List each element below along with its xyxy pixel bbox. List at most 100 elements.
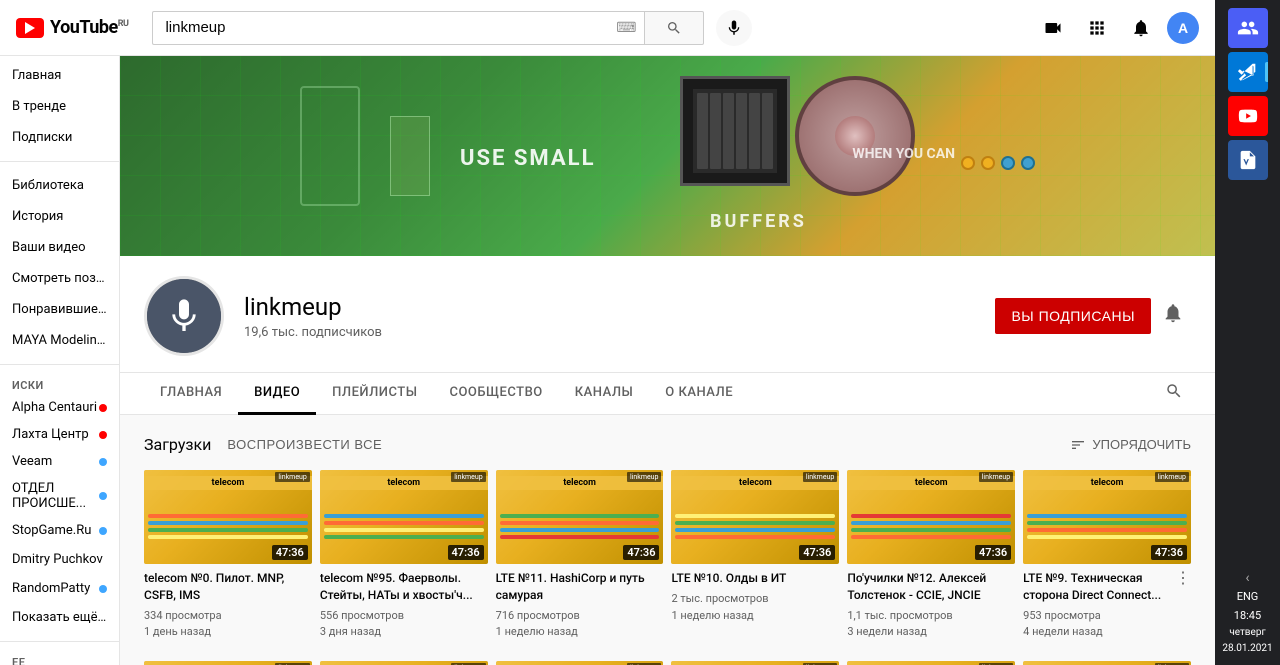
taskbar-app4[interactable] (1228, 140, 1268, 180)
video-thumbnail[interactable]: telecomlinkmeup47:36 (1023, 661, 1191, 665)
video-card[interactable]: telecomlinkmeup47:36telecom №93. Сети ги… (671, 661, 839, 665)
sidebar-item-library[interactable]: Библиотека (0, 170, 119, 201)
video-meta: 2 тыс. просмотров1 неделю назад (671, 591, 839, 624)
video-info: telecom №0. Пилот. MNP, CSFB, IMS334 про… (144, 564, 312, 641)
video-thumbnail[interactable]: telecomlinkmeup47:36 (496, 470, 664, 564)
search-icon (666, 20, 682, 36)
tab-search-button[interactable] (1157, 374, 1191, 413)
sidebar-item-otdel[interactable]: ОТДЕЛ ПРОИСШЕ... (0, 475, 119, 517)
search-bar: ⌨ (152, 10, 752, 46)
search-input[interactable] (153, 19, 608, 36)
sidebar-item-maya[interactable]: MAYA Modeling Trial (0, 325, 119, 356)
mic-icon-avatar (164, 296, 204, 336)
logo-text: YouTubeRU (50, 17, 128, 38)
video-thumbnail[interactable]: telecomlinkmeup47:36 (496, 661, 664, 665)
collapse-panel-button[interactable]: ‹ (1245, 570, 1249, 586)
tab-videos[interactable]: ВИДЕО (238, 373, 316, 415)
video-title: По'училки №12. Алексей Толстенок - CCIE,… (847, 570, 1015, 604)
subscribe-button[interactable]: ВЫ ПОДПИСАНЫ (995, 298, 1151, 334)
sidebar-item-trending[interactable]: В тренде (0, 91, 119, 122)
sidebar-item-dmitry[interactable]: Dmitry Puchkov (0, 544, 119, 575)
sidebar-item-history[interactable]: История (0, 201, 119, 232)
video-info: ⋮LTE №9. Техническая сторона Direct Conn… (1023, 564, 1191, 641)
sidebar-item-watch-later[interactable]: Смотреть позже (0, 263, 119, 294)
video-thumbnail[interactable]: telecomlinkmeup47:36 (1023, 470, 1191, 564)
play-all-button[interactable]: ВОСПРОИЗВЕСТИ ВСЕ (227, 437, 382, 452)
new-dot-alpha (99, 404, 107, 412)
word-icon (1237, 149, 1259, 171)
video-menu-button[interactable]: ⋮ (1175, 568, 1191, 588)
topbar: YouTubeRU ⌨ A (0, 0, 1215, 56)
video-camera-icon (1043, 18, 1063, 38)
video-card[interactable]: telecomlinkmeup47:36sysadmins №27. SRE1,… (847, 661, 1015, 665)
sidebar-item-lahta[interactable]: Лахта Центр (0, 421, 119, 448)
mic-icon (725, 19, 743, 37)
bell-button[interactable] (1155, 298, 1191, 334)
video-thumbnail[interactable]: telecomlinkmeup47:36 (144, 470, 312, 564)
video-title: telecom №95. Фаерволы. Стейты, НАТы и хв… (320, 570, 488, 604)
video-card[interactable]: telecomlinkmeup47:36LTE №8. GitLab - пол… (1023, 661, 1191, 665)
video-thumbnail[interactable]: telecomlinkmeup47:36 (847, 470, 1015, 564)
video-thumbnail[interactable]: telecomlinkmeup47:36 (320, 661, 488, 665)
language-indicator: ENG (1237, 590, 1259, 603)
bell-outline-icon (1162, 302, 1184, 324)
bell-icon (1131, 18, 1151, 38)
duration-badge: 47:36 (448, 545, 484, 560)
user-avatar-button[interactable]: A (1167, 12, 1199, 44)
sidebar-item-home[interactable]: Главная (0, 60, 119, 91)
video-card[interactable]: telecomlinkmeup47:36telecom №94. Фаервол… (144, 661, 312, 665)
sidebar-item-alpha[interactable]: Alpha Centauri (0, 394, 119, 421)
video-meta: 1,1 тыс. просмотров3 недели назад (847, 608, 1015, 641)
tab-channels[interactable]: КАНАЛЫ (559, 373, 650, 415)
video-card[interactable]: telecomlinkmeup47:36sysadmins №28. OpenS… (496, 661, 664, 665)
video-title: telecom №0. Пилот. MNP, CSFB, IMS (144, 570, 312, 604)
tab-home[interactable]: ГЛАВНАЯ (144, 373, 238, 415)
video-card[interactable]: telecomlinkmeup47:36LTE №10. Олды в ИТ2 … (671, 470, 839, 641)
video-card[interactable]: telecomlinkmeup47:36 По'училки №12. Алекс… (847, 470, 1015, 641)
sidebar-item-subscriptions[interactable]: Подписки (0, 122, 119, 153)
tab-search-icon (1165, 382, 1183, 400)
video-grid-row1: telecomlinkmeup47:36telecom №0. Пилот. M… (144, 470, 1191, 641)
channel-tabs: ГЛАВНАЯ ВИДЕО ПЛЕЙЛИСТЫ СООБЩЕСТВО КАНАЛ… (120, 373, 1215, 415)
search-button[interactable] (644, 11, 704, 45)
sidebar-item-your-videos[interactable]: Ваши видео (0, 232, 119, 263)
video-thumbnail[interactable]: telecomlinkmeup47:36 (320, 470, 488, 564)
sidebar-item-randompatty[interactable]: RandomPatty (0, 575, 119, 602)
notifications-button[interactable] (1123, 10, 1159, 46)
teams-icon (1237, 17, 1259, 39)
logo[interactable]: YouTubeRU (16, 17, 128, 38)
video-camera-button[interactable] (1035, 10, 1071, 46)
tab-community[interactable]: СООБЩЕСТВО (433, 373, 558, 415)
taskbar-teams[interactable] (1228, 8, 1268, 48)
video-card[interactable]: telecomlinkmeup47:36По'уехавшие №24. Вье… (320, 661, 488, 665)
video-card[interactable]: telecomlinkmeup47:36telecom №0. Пилот. M… (144, 470, 312, 641)
sidebar-item-veeam[interactable]: Veeam (0, 448, 119, 475)
video-card[interactable]: telecomlinkmeup47:36LTE №11. HashiCorp и… (496, 470, 664, 641)
sidebar-item-liked[interactable]: Понравившиеся (0, 294, 119, 325)
video-thumbnail[interactable]: telecomlinkmeup47:36 (671, 661, 839, 665)
video-card[interactable]: telecomlinkmeup47:36 telecom №95. Фаервол… (320, 470, 488, 641)
channel-info: linkmeup 19,6 тыс. подписчиков ВЫ ПОДПИС… (120, 256, 1215, 373)
taskbar-yt[interactable] (1228, 96, 1268, 136)
sidebar-item-show-more[interactable]: Показать ещё 204 к... (0, 602, 119, 633)
video-thumbnail[interactable]: telecomlinkmeup47:36 (847, 661, 1015, 665)
tab-about[interactable]: О КАНАЛЕ (649, 373, 749, 415)
video-info: LTE №10. Олды в ИТ2 тыс. просмотров1 нед… (671, 564, 839, 624)
section-header: Загрузки ВОСПРОИЗВЕСТИ ВСЕ УПОРЯДОЧИТЬ (144, 435, 1191, 454)
video-card[interactable]: telecomlinkmeup47:36⋮LTE №9. Техническая… (1023, 470, 1191, 641)
taskbar-vscode[interactable] (1228, 52, 1268, 92)
mic-button[interactable] (716, 10, 752, 46)
sidebar-item-stopgame[interactable]: StopGame.Ru (0, 517, 119, 544)
duration-badge: 47:36 (975, 545, 1011, 560)
video-info: telecom №95. Фаерволы. Стейты, НАТы и хв… (320, 564, 488, 641)
video-thumbnail[interactable]: telecomlinkmeup47:36 (144, 661, 312, 665)
tab-playlists[interactable]: ПЛЕЙЛИСТЫ (316, 373, 433, 415)
sort-button[interactable]: УПОРЯДОЧИТЬ (1070, 437, 1191, 453)
apps-button[interactable] (1079, 10, 1115, 46)
sort-icon (1070, 437, 1086, 453)
video-thumbnail[interactable]: telecomlinkmeup47:36 (671, 470, 839, 564)
apps-icon (1087, 18, 1107, 38)
keyboard-icon: ⌨ (608, 20, 644, 36)
duration-badge: 47:36 (272, 545, 308, 560)
new-dot-lahta (99, 431, 107, 439)
